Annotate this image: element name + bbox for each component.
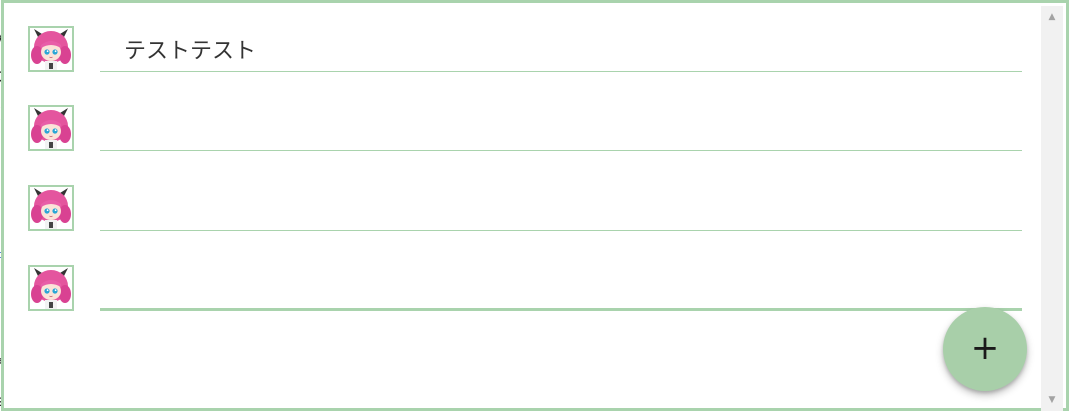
anime-girl-avatar-icon — [30, 107, 72, 149]
avatar[interactable] — [28, 265, 74, 311]
text-field[interactable] — [100, 185, 1022, 231]
text-field[interactable] — [100, 265, 1022, 311]
avatar[interactable] — [28, 105, 74, 151]
list-item — [28, 26, 1022, 76]
scroll-up-icon[interactable]: ▲ — [1041, 8, 1063, 26]
text-field[interactable] — [100, 105, 1022, 151]
dialog-panel: ▲ ▼ — [1, 0, 1069, 411]
list-item — [28, 105, 1022, 155]
anime-girl-avatar-icon — [30, 28, 72, 70]
anime-girl-avatar-icon — [30, 187, 72, 229]
add-button[interactable]: + — [943, 307, 1027, 391]
screen: か ス ト c a s — [0, 0, 1070, 411]
anime-girl-avatar-icon — [30, 267, 72, 309]
avatar[interactable] — [28, 26, 74, 72]
vertical-scrollbar[interactable]: ▲ ▼ — [1041, 6, 1063, 411]
scroll-down-icon[interactable]: ▼ — [1041, 391, 1063, 409]
avatar[interactable] — [28, 185, 74, 231]
plus-icon: + — [970, 328, 1000, 368]
text-field[interactable] — [100, 26, 1022, 72]
list-item — [28, 185, 1022, 235]
list-item — [28, 265, 1022, 315]
